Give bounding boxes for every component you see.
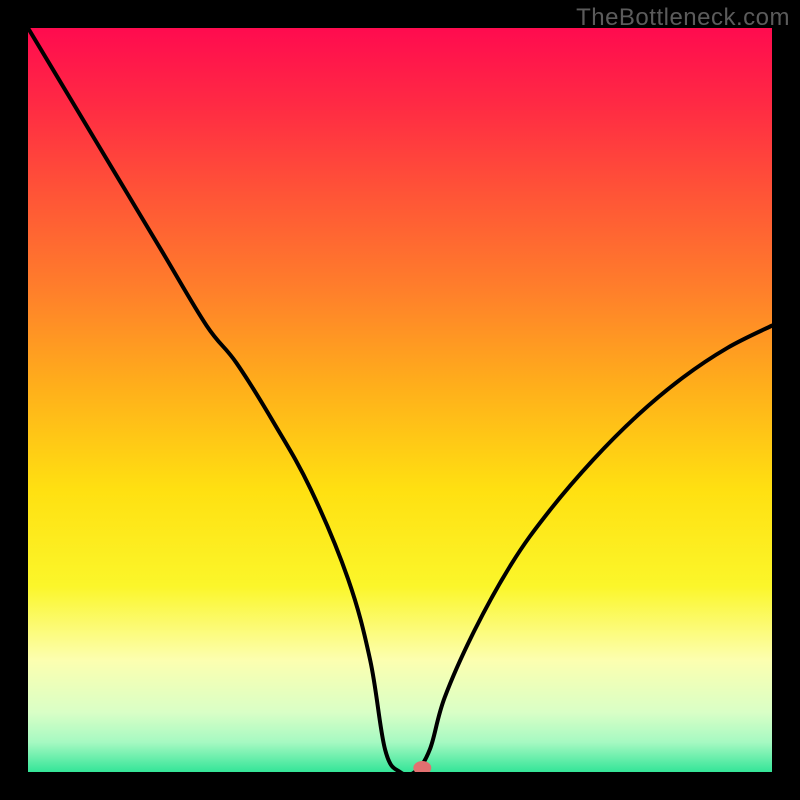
bottleneck-chart: [28, 28, 772, 772]
chart-svg: [28, 28, 772, 772]
gradient-background: [28, 28, 772, 772]
chart-frame: TheBottleneck.com: [0, 0, 800, 800]
watermark-text: TheBottleneck.com: [576, 4, 790, 32]
